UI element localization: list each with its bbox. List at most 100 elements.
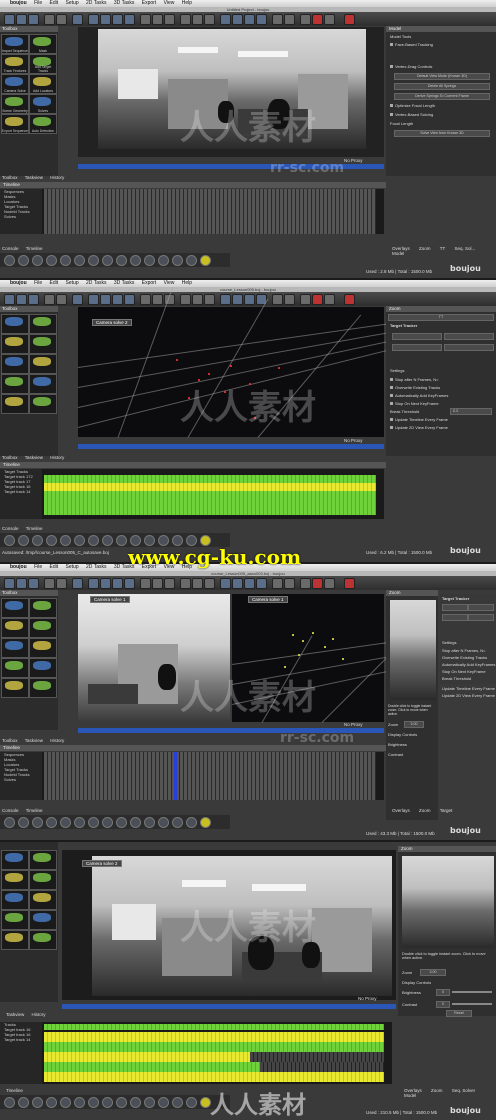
- view-3d-icon[interactable]: [100, 294, 111, 305]
- menu-2d-tasks[interactable]: 2D Tasks: [86, 280, 106, 286]
- stop-icon[interactable]: [312, 578, 323, 589]
- zoom-preview[interactable]: [390, 600, 436, 700]
- prev-frame-icon[interactable]: [32, 817, 43, 828]
- camera-selector[interactable]: Camera solve 2: [92, 319, 132, 326]
- render-icon[interactable]: [220, 578, 231, 589]
- zoom-out-icon[interactable]: [192, 14, 203, 25]
- go-end-icon[interactable]: [116, 255, 127, 266]
- derive-springs-button[interactable]: Derive Springs To Currrent Frame: [394, 93, 490, 100]
- view-2d-icon[interactable]: [88, 14, 99, 25]
- overwrite-tracks-label[interactable]: Overwrite Existing Tracks: [442, 655, 487, 660]
- brightness-slider[interactable]: [452, 991, 492, 993]
- tab-timeline[interactable]: Timeline: [26, 246, 43, 251]
- new-icon[interactable]: [4, 578, 15, 589]
- stop-on-next-keyframe-label[interactable]: Stop On Next KeyFrame: [442, 669, 486, 674]
- stop-after-n-frames-label[interactable]: Stop after N Frames, N=: [442, 648, 485, 653]
- view-3d-icon[interactable]: [100, 578, 111, 589]
- camera-view-icon[interactable]: [300, 578, 311, 589]
- prev-key-icon[interactable]: [18, 535, 29, 546]
- play-back-icon[interactable]: [46, 535, 57, 546]
- menu-edit[interactable]: Edit: [50, 564, 59, 570]
- tab-zoom[interactable]: Zoom: [431, 1088, 443, 1093]
- tab-timeline[interactable]: Timeline: [6, 1088, 23, 1093]
- menu-file[interactable]: File: [34, 0, 42, 6]
- default-view-mode-button[interactable]: Default View Mode (Known 3D): [394, 73, 490, 80]
- app-menu[interactable]: boujou: [10, 564, 27, 570]
- track-fwd-icon[interactable]: [172, 1097, 183, 1108]
- face-based-tracking-checkbox[interactable]: Face-Based Tracking: [390, 42, 433, 47]
- export-icon[interactable]: [256, 578, 267, 589]
- render-icon[interactable]: [220, 14, 231, 25]
- save-icon[interactable]: [28, 14, 39, 25]
- tool-solves[interactable]: Solves: [29, 94, 57, 114]
- save-icon[interactable]: [28, 578, 39, 589]
- help-icon[interactable]: [284, 578, 295, 589]
- split-view-icon[interactable]: [112, 14, 123, 25]
- tool-export-sequence[interactable]: [1, 394, 29, 414]
- play-icon[interactable]: [74, 255, 85, 266]
- camera-selector[interactable]: Camera solve 1: [90, 596, 130, 603]
- stop-on-next-keyframe-checkbox[interactable]: Stop On Next KeyFrame: [390, 401, 439, 406]
- break-threshold-field[interactable]: 0.3: [450, 408, 492, 415]
- update-timeline-checkbox[interactable]: Update Timeline Every Frame: [390, 417, 448, 422]
- zoom-in-icon[interactable]: [180, 294, 191, 305]
- track-bar[interactable]: [44, 1024, 384, 1030]
- stop-after-n-frames-checkbox[interactable]: Stop after N Frames, N=: [390, 377, 438, 382]
- play-icon[interactable]: [74, 817, 85, 828]
- track-step-back-button[interactable]: [392, 344, 442, 351]
- timeline-panel[interactable]: Sequences Masks Locators Target Tracks N…: [0, 752, 384, 800]
- timeline-frames[interactable]: [44, 189, 376, 234]
- go-start-icon[interactable]: [4, 255, 15, 266]
- track-bar[interactable]: [44, 507, 376, 515]
- loop-icon[interactable]: [130, 817, 141, 828]
- play-back-icon[interactable]: [46, 255, 57, 266]
- marker-icon[interactable]: [158, 255, 169, 266]
- stop-icon[interactable]: [312, 294, 323, 305]
- tool-import-sequence[interactable]: Import Sequence: [1, 34, 29, 54]
- track-step-forward-button[interactable]: [444, 344, 494, 351]
- tab-console[interactable]: Console: [2, 526, 19, 531]
- tool-mask[interactable]: [29, 598, 57, 618]
- help-icon[interactable]: [284, 14, 295, 25]
- stop-icon[interactable]: [60, 1097, 71, 1108]
- next-key-icon[interactable]: [102, 255, 113, 266]
- tab-seq-sol[interactable]: Seq. Sol...: [454, 246, 475, 251]
- auto-add-keyframes-label[interactable]: Automatically Add KeyFrames: [442, 662, 495, 667]
- auto-add-keyframes-checkbox[interactable]: Automatically Add KeyFrames: [390, 393, 448, 398]
- tool-camera-solve[interactable]: [1, 890, 29, 910]
- playhead[interactable]: [174, 752, 177, 800]
- track-forward-button[interactable]: [444, 333, 494, 340]
- camera-icon[interactable]: [124, 14, 135, 25]
- menu-help[interactable]: Help: [182, 0, 192, 6]
- play-back-icon[interactable]: [46, 817, 57, 828]
- pan-icon[interactable]: [204, 294, 215, 305]
- track-bar[interactable]: [44, 1042, 384, 1052]
- tool-camera-solve[interactable]: Camera Solve: [1, 74, 29, 94]
- timeline-row-solves[interactable]: Solves: [0, 777, 42, 782]
- timeline-frames[interactable]: [44, 752, 376, 800]
- menu-setup[interactable]: Setup: [66, 0, 79, 6]
- track-step-back-button[interactable]: [442, 614, 468, 621]
- brightness-field[interactable]: 0: [436, 989, 450, 996]
- menu-2d-tasks[interactable]: 2D Tasks: [86, 564, 106, 570]
- track-backward-button[interactable]: [442, 604, 468, 611]
- settings-icon[interactable]: [272, 14, 283, 25]
- track-bar[interactable]: [44, 1072, 384, 1082]
- tab-timeline[interactable]: Timeline: [26, 526, 43, 531]
- zoom-in-icon[interactable]: [180, 14, 191, 25]
- next-frame-icon[interactable]: [88, 817, 99, 828]
- settings-section[interactable]: Settings: [390, 368, 404, 373]
- marker-icon[interactable]: [158, 1097, 169, 1108]
- menu-setup[interactable]: Setup: [66, 564, 79, 570]
- tool-track-features[interactable]: [1, 334, 29, 354]
- stop-icon[interactable]: [60, 817, 71, 828]
- track-icon[interactable]: [152, 14, 163, 25]
- go-end-icon[interactable]: [116, 535, 127, 546]
- tab-tt[interactable]: TT: [440, 246, 446, 251]
- prev-frame-icon[interactable]: [32, 255, 43, 266]
- tool-import-sequence[interactable]: [1, 850, 29, 870]
- open-icon[interactable]: [16, 578, 27, 589]
- tab-taskview[interactable]: Taskview: [6, 1012, 24, 1017]
- tab-history[interactable]: History: [50, 175, 64, 180]
- optimize-focal-length-checkbox[interactable]: Optimize Focal Length: [390, 103, 435, 108]
